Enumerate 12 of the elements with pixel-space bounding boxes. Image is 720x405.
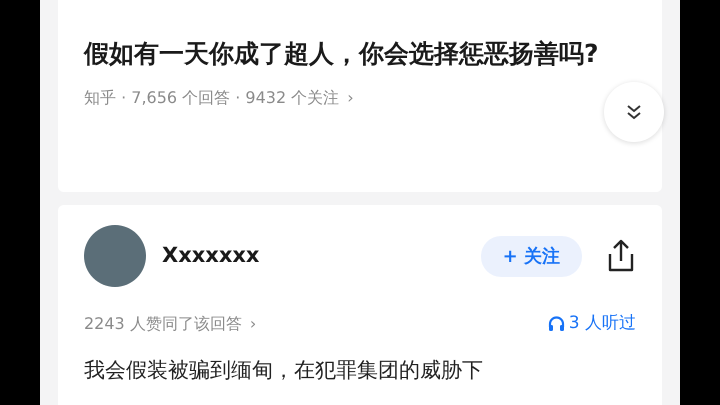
headphones-icon <box>548 315 565 332</box>
chevron-text[interactable]: › <box>250 312 256 336</box>
follow-button[interactable]: + 关注 <box>480 236 582 276</box>
listen-count[interactable]: 3 人听过 <box>568 311 636 336</box>
author-name[interactable]: Xxxxxxx <box>162 240 260 272</box>
upvote-count: 2243 人赞同了该回答 <box>84 312 242 335</box>
share-icon[interactable] <box>606 239 636 273</box>
question-title: 假如有一天你成了超人，你会选择惩恶扬善吗? <box>84 38 600 70</box>
chevron-text[interactable]: › <box>347 86 354 110</box>
double-chevron-down-icon <box>625 103 643 121</box>
question-meta: 知乎 · 7,656 个回答 · 9432 个关注 <box>84 87 340 109</box>
answer-text: 我会假装被骗到缅甸，在犯罪集团的威胁下 <box>84 356 484 384</box>
